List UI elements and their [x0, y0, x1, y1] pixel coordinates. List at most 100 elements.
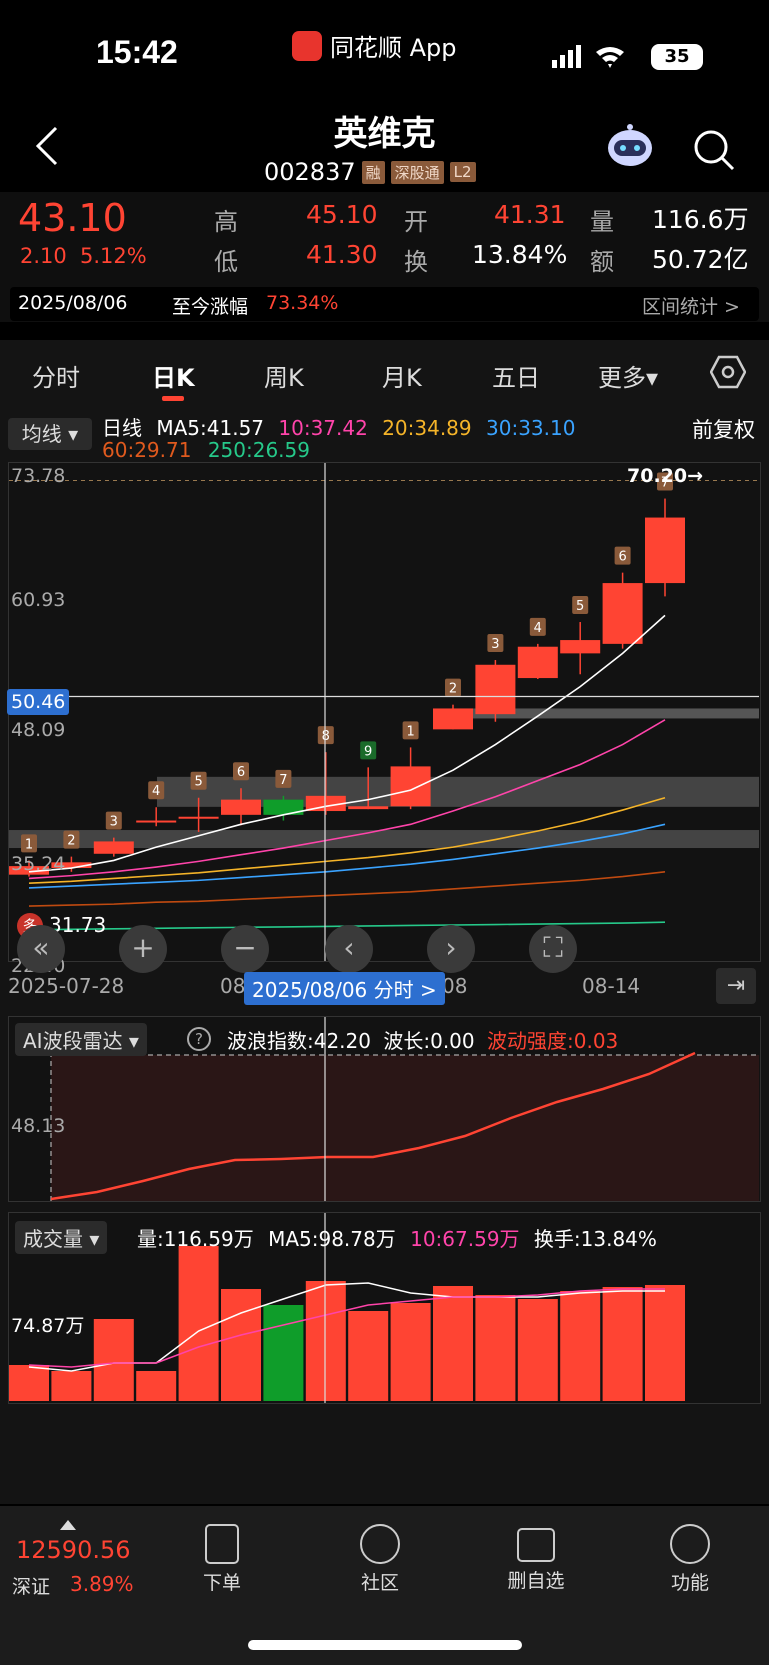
stock-code: 002837: [264, 158, 356, 186]
ma-selector-button[interactable]: 均线 ▾: [8, 418, 92, 450]
volume-bar: [136, 1371, 177, 1401]
help-icon[interactable]: ?: [187, 1027, 211, 1051]
fullscreen-button[interactable]: ⛶: [529, 925, 577, 973]
gain-label: 至今涨幅: [172, 296, 249, 318]
open-label: 开: [404, 208, 428, 236]
volume-y-label: 74.87万: [11, 1315, 85, 1337]
candle-body: [221, 799, 261, 815]
kline-panel[interactable]: 1234567891234567 73.78 60.93 48.09 35.24…: [7, 462, 761, 977]
range-stats-link[interactable]: 区间统计 >: [642, 292, 740, 319]
volume-bar: [93, 1319, 134, 1401]
ma20-legend: 20:34.89: [382, 416, 472, 440]
radar-fill: [51, 1055, 759, 1201]
volume-bar: [221, 1289, 261, 1401]
price-change: 2.10: [20, 244, 67, 268]
wave-index: 波浪指数:42.20: [227, 1029, 371, 1053]
radar-selector-button[interactable]: AI波段雷达 ▾: [15, 1023, 147, 1056]
candle-body: [475, 664, 516, 715]
signal-wifi-icon: [552, 45, 624, 68]
y-label-top: 73.78: [11, 465, 66, 487]
index-value[interactable]: 12590.56: [16, 1536, 131, 1564]
order-icon: [205, 1524, 239, 1564]
index-name: 深证: [12, 1576, 51, 1598]
order-button[interactable]: 下单: [182, 1524, 262, 1595]
crosshair-date-button[interactable]: 2025/08/06 分时 >: [244, 972, 445, 1005]
remove-watchlist-button[interactable]: 删自选: [496, 1524, 576, 1593]
tab-five-day[interactable]: 五日: [492, 358, 540, 393]
remove-watchlist-label: 删自选: [507, 1570, 565, 1592]
index-up-icon: [60, 1520, 76, 1530]
volume-panel[interactable]: 成交量 ▾ 量:116.59万 MA5:98.78万 10:67.59万 换手:…: [8, 1212, 761, 1404]
range-date: 2025/08/06: [18, 292, 128, 314]
sequence-label: 7: [279, 773, 287, 788]
scroll-left-button[interactable]: ‹: [325, 925, 373, 973]
period-tabs: 分时 日K 周K 月K 五日 更多▾: [0, 340, 769, 404]
current-price: 43.10: [18, 196, 127, 240]
volume-bar: [645, 1285, 685, 1401]
status-app: 同花顺 App: [292, 28, 457, 63]
chart-area: 均线 ▾ 日线 MA5:41.57 10:37.42 20:34.89 30:3…: [0, 404, 769, 1504]
tab-monthly-k[interactable]: 月K: [382, 358, 422, 393]
sequence-label: 5: [194, 775, 202, 790]
sequence-label: 1: [406, 724, 414, 739]
adjust-mode[interactable]: 前复权: [692, 414, 755, 444]
stock-code-row: 002837 融 深股通 L2: [264, 158, 476, 186]
amount-label: 额: [590, 248, 614, 276]
search-icon[interactable]: [692, 128, 736, 172]
volume-bar: [178, 1246, 219, 1401]
volume-bar: [348, 1311, 389, 1401]
functions-button[interactable]: 功能: [650, 1524, 730, 1595]
range-strip[interactable]: 2025/08/06 至今涨幅 73.34% 区间统计 >: [10, 287, 759, 321]
home-indicator: [248, 1640, 522, 1650]
candle-body: [136, 820, 177, 823]
community-button[interactable]: 社区: [340, 1524, 420, 1595]
volume-bar: [602, 1287, 643, 1401]
radar-panel[interactable]: AI波段雷达 ▾ ? 波浪指数:42.20 波长:0.00 波动强度:0.03 …: [8, 1016, 761, 1202]
scroll-right-button[interactable]: ›: [427, 925, 475, 973]
settings-hexagon-icon[interactable]: [710, 354, 746, 390]
sequence-label: 6: [618, 550, 626, 565]
open-value: 41.31: [494, 200, 566, 229]
volume-selector-button[interactable]: 成交量 ▾: [15, 1221, 108, 1254]
tag-margin: 融: [361, 160, 385, 184]
tab-daily-k[interactable]: 日K: [152, 358, 195, 393]
candle-body: [93, 841, 134, 854]
tag-l2: L2: [449, 162, 476, 182]
low-label: 低: [214, 248, 238, 276]
crosshair-price-label: 50.46: [7, 689, 70, 715]
jump-latest-icon[interactable]: ⇥: [716, 968, 756, 1004]
zoom-in-button[interactable]: +: [119, 925, 167, 973]
candle-body: [348, 806, 389, 810]
status-app-name: 同花顺 App: [330, 34, 457, 62]
low-value: 41.30: [306, 240, 378, 269]
candle-body: [645, 517, 685, 584]
radar-y-label: 48.13: [11, 1115, 66, 1137]
volume-bar: [560, 1291, 601, 1401]
tab-intraday[interactable]: 分时: [32, 358, 80, 393]
volatility: 波动强度:0.03: [487, 1029, 619, 1053]
volume-value-legend: 量:116.59万: [137, 1227, 254, 1251]
zoom-out-button[interactable]: −: [221, 925, 269, 973]
rewind-fast-button[interactable]: «: [17, 925, 65, 973]
candle-body: [433, 708, 473, 730]
turnover-value: 13.84%: [472, 240, 568, 269]
amount-value: 50.72亿: [652, 245, 749, 274]
ma60-legend: 60:29.71: [102, 438, 192, 462]
ma60-line: [28, 871, 666, 907]
tab-active-indicator: [162, 396, 184, 401]
functions-label: 功能: [670, 1572, 709, 1594]
y-label-4: 35.24: [11, 853, 66, 875]
volume-bar: [9, 1365, 49, 1401]
volume-bar: [433, 1286, 473, 1401]
sequence-label: 1: [25, 837, 33, 852]
sequence-label: 8: [322, 729, 330, 744]
tab-more[interactable]: 更多▾: [598, 358, 658, 393]
candle-body: [560, 640, 601, 654]
robot-assistant-icon[interactable]: [604, 122, 656, 170]
sequence-label: 2: [449, 682, 457, 697]
volume-label: 量: [590, 208, 614, 236]
ma-legend-row2: 60:29.71 250:26.59: [102, 438, 310, 462]
ma5-legend: MA5:41.57: [156, 416, 265, 440]
volume-bar: [390, 1303, 431, 1401]
tab-weekly-k[interactable]: 周K: [264, 358, 304, 393]
